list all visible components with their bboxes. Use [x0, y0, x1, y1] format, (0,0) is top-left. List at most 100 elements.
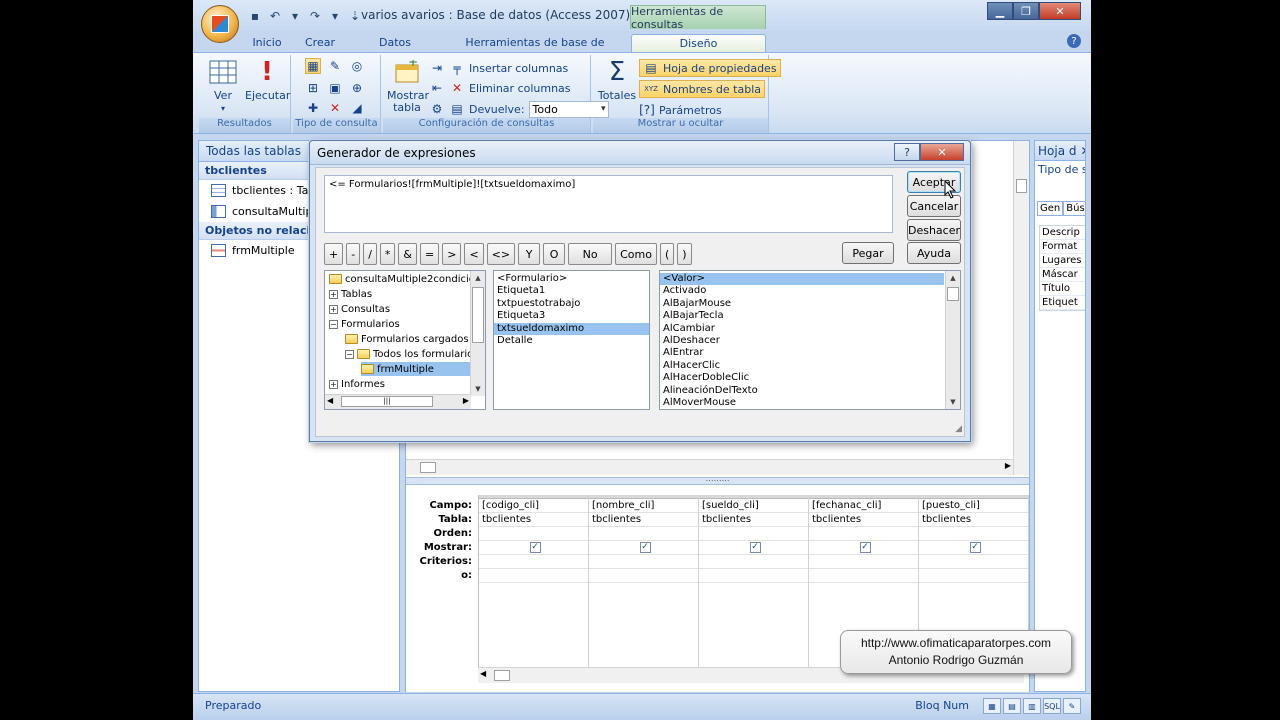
pivotchart-view-icon[interactable]: ▥ [1023, 698, 1041, 714]
campo-cell[interactable]: [sueldo_cli] [699, 499, 808, 513]
tab-diseno[interactable]: Diseño [631, 34, 766, 52]
property-item[interactable]: Etiquet [1040, 296, 1085, 310]
redo-dropdown-icon[interactable]: ▾ [327, 8, 343, 24]
campo-cell[interactable]: [puesto_cli] [919, 499, 1028, 513]
resize-grip-icon[interactable]: ◢ [955, 424, 962, 434]
op-close-paren-button[interactable]: ) [677, 243, 692, 265]
list-item[interactable]: AlDeshacer [660, 335, 960, 347]
tab-herramientas-bd[interactable]: Herramientas de base de datos [455, 34, 615, 67]
tree-item-selected[interactable]: frmMultiple [361, 362, 474, 376]
tree-item[interactable]: − Formularios [329, 317, 400, 331]
union-query-icon[interactable]: ⊕ [349, 80, 365, 96]
tree-item[interactable]: consultaMultiple2condicione [329, 272, 485, 286]
tree-vscroll[interactable]: ▲ ▼ [470, 271, 485, 396]
expression-box[interactable]: <= Formularios![frmMultiple]![txtsueldom… [324, 175, 893, 233]
orden-cell[interactable] [809, 527, 918, 541]
undo-icon[interactable]: ↶ [267, 8, 283, 24]
criterios-cell[interactable] [699, 555, 808, 569]
op-less-button[interactable]: < [464, 243, 484, 265]
append-query-icon[interactable]: ⊞ [305, 80, 321, 96]
property-item[interactable]: Título [1040, 282, 1085, 296]
list-item[interactable]: Detalle [494, 335, 649, 347]
op-or-button[interactable]: O [543, 243, 566, 265]
campo-cell[interactable]: [nombre_cli] [589, 499, 698, 513]
right-list-vscroll[interactable]: ▲ ▼ [945, 271, 960, 409]
tabla-cell[interactable]: tbclientes [809, 513, 918, 527]
list-item[interactable]: AlEntrar [660, 347, 960, 359]
mostrar-checkbox[interactable]: ✓ [529, 542, 541, 553]
tabla-cell[interactable]: tbclientes [479, 513, 588, 527]
op-like-button[interactable]: Como [615, 243, 657, 265]
table-pane-hscroll[interactable]: ▶ [406, 459, 1013, 475]
list-item[interactable]: Etiqueta1 [494, 285, 649, 297]
restore-icon[interactable]: ❐ [1013, 2, 1039, 20]
builder-icon[interactable]: ⚙ [429, 101, 445, 117]
tab-inicio[interactable]: Inicio [247, 34, 287, 52]
criterios-cell[interactable] [479, 555, 588, 569]
nombres-tabla-button[interactable]: XYZ Nombres de tabla [639, 80, 766, 98]
orden-cell[interactable] [589, 527, 698, 541]
op-minus-button[interactable]: - [346, 243, 361, 265]
tab-busqueda[interactable]: Bús [1063, 201, 1085, 216]
list-item-selected[interactable]: txtsueldomaximo [494, 322, 649, 335]
ayuda-button[interactable]: Ayuda [907, 242, 961, 264]
crosstab-query-icon[interactable]: ◎ [349, 58, 365, 74]
list-item[interactable]: AlCambiar [660, 323, 960, 335]
update-query-icon[interactable]: ✚ [305, 100, 321, 116]
property-item[interactable]: Format [1040, 240, 1085, 254]
help-icon[interactable]: ? [1067, 34, 1081, 48]
table-pane-vscroll[interactable] [1013, 141, 1029, 475]
redo-icon[interactable]: ↷ [307, 8, 323, 24]
save-icon[interactable]: ▪ [247, 8, 263, 24]
design-view-icon[interactable]: ✎ [1063, 698, 1081, 714]
pivottable-view-icon[interactable]: ▤ [1003, 698, 1021, 714]
list-item[interactable]: AlHacerClic [660, 360, 960, 372]
expand-icon[interactable]: + [329, 289, 338, 299]
op-multiply-button[interactable]: * [379, 243, 396, 265]
op-and-button[interactable]: Y [518, 243, 541, 265]
mostrar-checkbox[interactable]: ✓ [749, 542, 761, 553]
close-icon[interactable]: ✕ [1039, 2, 1081, 20]
datadef-query-icon[interactable]: ◢ [349, 100, 365, 116]
list-item-selected[interactable]: <Valor> [660, 273, 944, 286]
sql-view-button[interactable]: SQL [1043, 698, 1061, 714]
op-notequal-button[interactable]: <> [486, 243, 516, 265]
list-item[interactable]: Etiqueta3 [494, 310, 649, 322]
op-open-paren-button[interactable]: ( [659, 243, 675, 265]
minimize-icon[interactable]: ▁ [987, 2, 1013, 20]
office-button[interactable] [201, 5, 239, 43]
orden-cell[interactable] [919, 527, 1028, 541]
property-item[interactable]: Máscar [1040, 268, 1085, 282]
mostrar-checkbox[interactable]: ✓ [859, 542, 871, 553]
middle-list[interactable]: <Formulario> Etiqueta1 txtpuestotrabajo … [493, 270, 650, 410]
tree-item[interactable]: Formularios cargados [345, 332, 469, 346]
tab-datos-externos[interactable]: Datos externos [355, 34, 435, 67]
grid-column[interactable]: [nombre_cli] tbclientes ✓ [589, 495, 699, 675]
mostrar-checkbox[interactable]: ✓ [639, 542, 651, 553]
dialog-title-bar[interactable]: Generador de expresiones ? ✕ [310, 141, 970, 165]
datasheet-view-icon[interactable]: ▦ [983, 698, 1001, 714]
mostrar-checkbox[interactable]: ✓ [969, 542, 981, 553]
op-plus-button[interactable]: + [324, 243, 344, 265]
totales-button[interactable]: Σ Totales [597, 57, 637, 102]
expand-icon[interactable]: + [329, 304, 338, 314]
campo-cell[interactable]: [codigo_cli] [479, 499, 588, 513]
list-item[interactable]: AlBajarMouse [660, 298, 960, 310]
list-item[interactable]: AlineaciónDelTexto [660, 385, 960, 397]
op-greater-button[interactable]: > [442, 243, 462, 265]
op-concat-button[interactable]: & [398, 243, 417, 265]
list-item[interactable]: <Formulario> [494, 273, 649, 285]
undo-dropdown-icon[interactable]: ▾ [287, 8, 303, 24]
property-item[interactable]: Lugares [1040, 254, 1085, 268]
list-item[interactable]: Activado [660, 285, 960, 297]
tabla-cell[interactable]: tbclientes [919, 513, 1028, 527]
o-cell[interactable] [479, 569, 588, 583]
o-cell[interactable] [589, 569, 698, 583]
list-item[interactable]: AlHacerDobleClic [660, 372, 960, 384]
close-icon[interactable]: ✕ [920, 143, 964, 161]
collapse-icon[interactable]: − [345, 349, 354, 359]
deshacer-button[interactable]: Deshacer [907, 219, 961, 241]
passthrough-query-icon[interactable]: ✕ [327, 100, 343, 116]
right-list[interactable]: <Valor> Activado AlBajarMouse AlBajarTec… [659, 270, 961, 410]
tab-general[interactable]: Gen [1037, 201, 1064, 216]
